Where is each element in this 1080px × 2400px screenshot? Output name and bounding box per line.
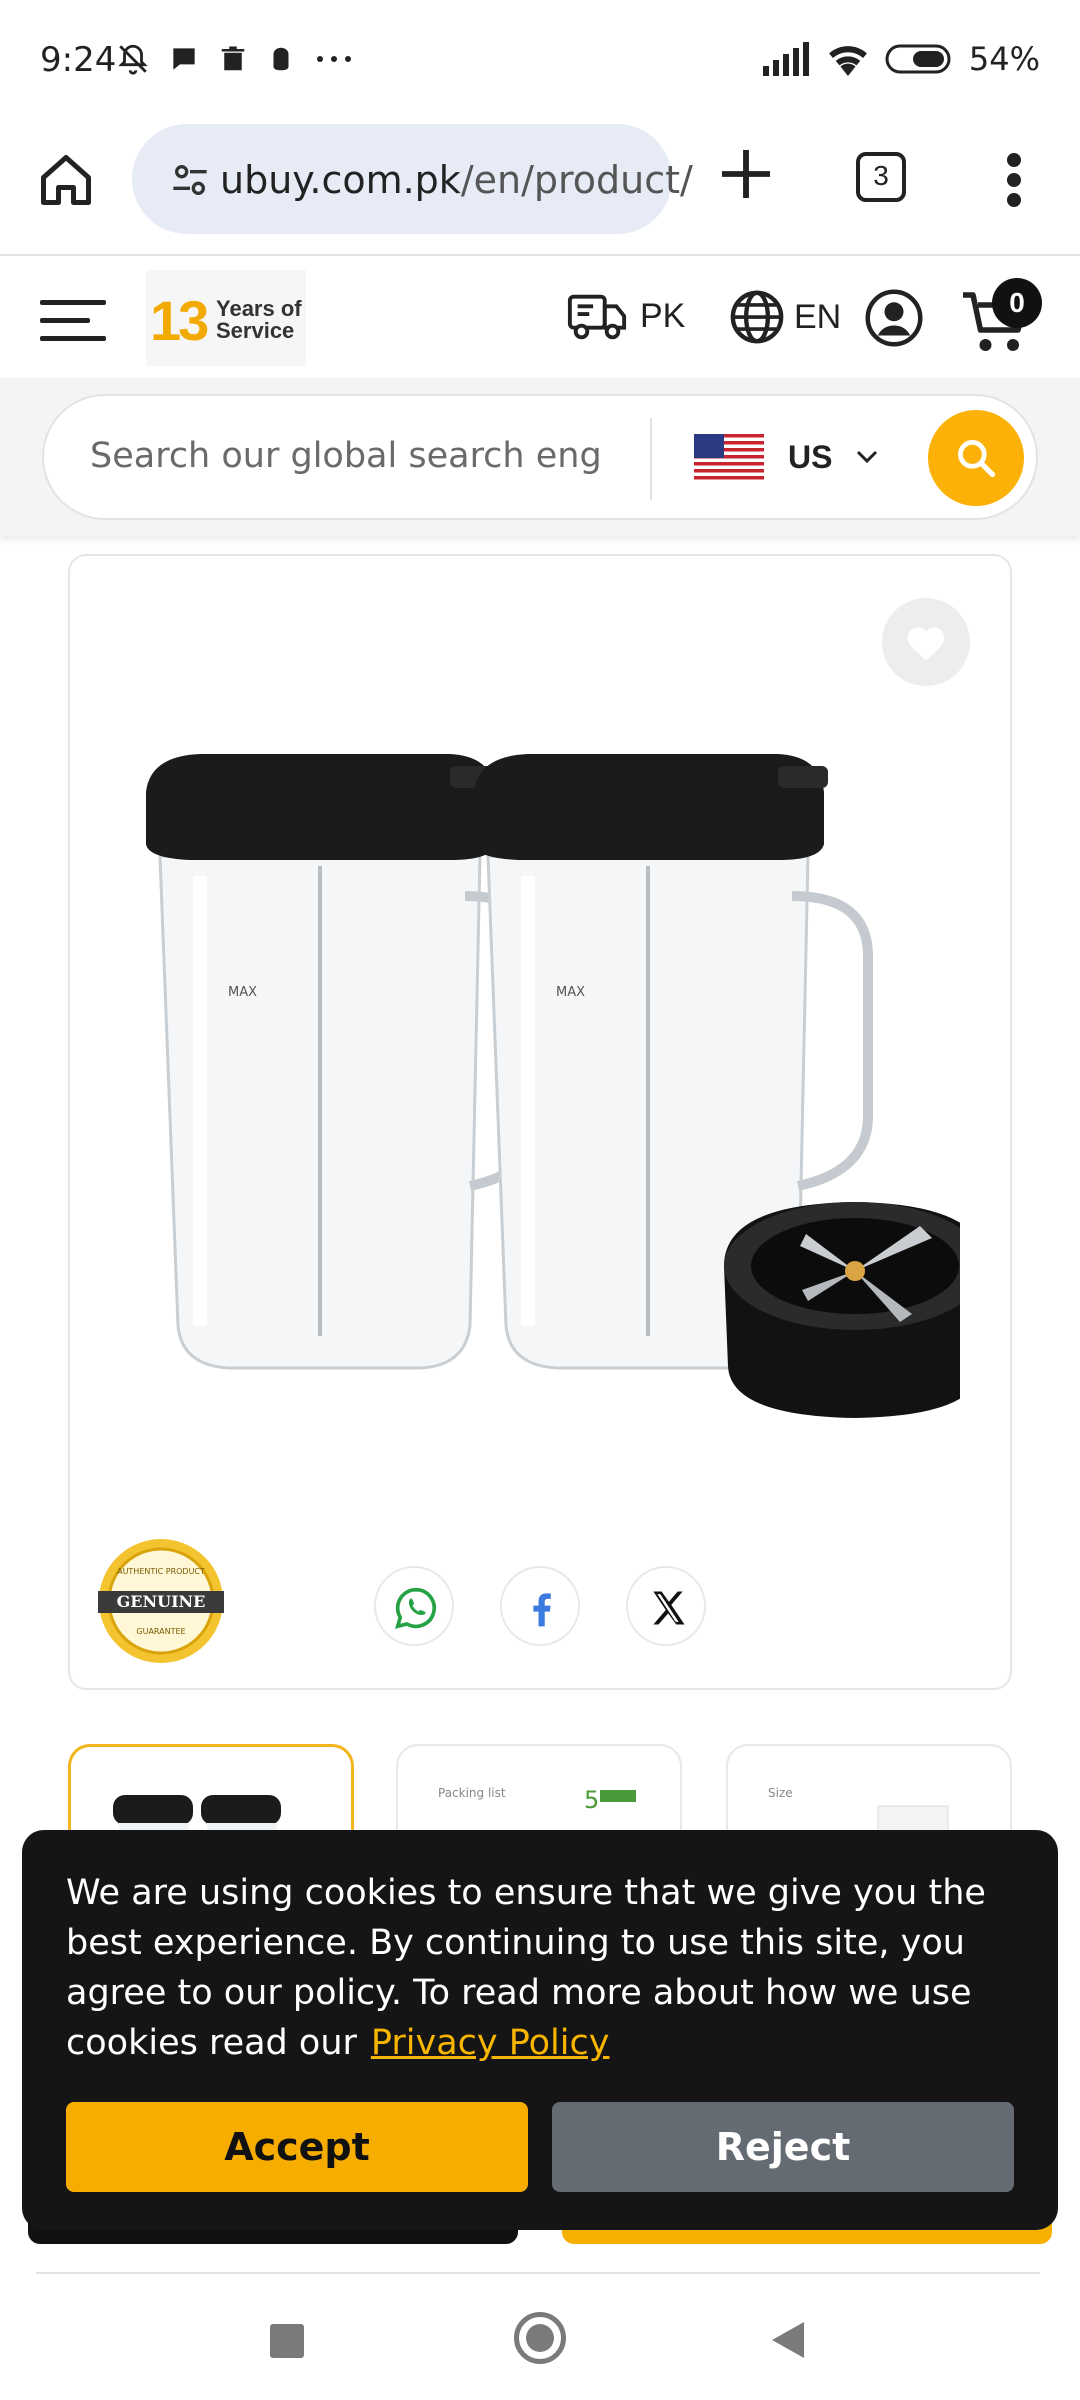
- cart-count-badge: 0: [992, 278, 1042, 328]
- browser-menu-icon[interactable]: [994, 150, 1034, 210]
- badge-top-text: AUTHENTIC PRODUCT: [117, 1567, 205, 1576]
- more-icon: [317, 56, 351, 62]
- share-x-button[interactable]: [626, 1566, 706, 1646]
- site-logo[interactable]: 13 Years of Service: [146, 270, 306, 366]
- globe-icon: [730, 290, 784, 344]
- delivery-truck-icon: [567, 294, 627, 340]
- country-code: US: [788, 438, 833, 475]
- x-twitter-icon: [653, 1591, 685, 1625]
- search-icon: [958, 440, 996, 478]
- product-image[interactable]: MAX MAX: [120, 726, 960, 1426]
- wifi-icon: [828, 46, 867, 76]
- wishlist-button[interactable]: [882, 598, 970, 686]
- address-bar[interactable]: ubuy.com.pk/en/product/: [132, 124, 693, 234]
- system-icons: 54%: [761, 40, 1040, 78]
- language-code: EN: [794, 297, 842, 336]
- trash-icon: [221, 46, 245, 71]
- product-image-card: MAX MAX AUTHENTIC PRODUCT GENUINE GUARAN…: [68, 554, 1012, 1690]
- ship-country: PK: [640, 296, 686, 335]
- thumbnail-caption: Packing list: [438, 1786, 506, 1800]
- status-time: 9:24: [40, 40, 117, 80]
- reject-cookies-button[interactable]: Reject: [552, 2102, 1014, 2192]
- back-icon[interactable]: [770, 2320, 806, 2360]
- logo-number: 13: [150, 289, 209, 352]
- svg-text:MAX: MAX: [556, 985, 585, 1000]
- search-button[interactable]: [928, 410, 1024, 506]
- new-tab-icon[interactable]: [714, 142, 778, 206]
- ship-to-selector[interactable]: PK: [566, 288, 685, 344]
- genuine-guarantee-badge: AUTHENTIC PRODUCT GENUINE GUARANTEE: [98, 1539, 224, 1663]
- svg-text:5: 5: [584, 1786, 599, 1814]
- svg-text:MAX: MAX: [228, 985, 257, 1000]
- chevron-down-icon: [857, 450, 878, 464]
- bell-off-icon: [118, 44, 148, 75]
- home-icon[interactable]: [36, 150, 96, 210]
- system-navigation-bar: [0, 2274, 1080, 2400]
- badge-main-text: GENUINE: [117, 1592, 206, 1611]
- share-facebook-button[interactable]: [500, 1566, 580, 1646]
- logo-line2: Service: [216, 318, 295, 343]
- search-row: US: [0, 378, 1080, 536]
- search-input[interactable]: [90, 436, 670, 476]
- facebook-icon: [533, 1593, 551, 1627]
- battery-icon: [885, 44, 951, 74]
- recents-button[interactable]: [270, 2324, 304, 2358]
- chat-icon: [173, 48, 195, 70]
- url-path: /en/product/: [460, 158, 693, 202]
- user-account-icon[interactable]: [864, 288, 924, 348]
- search-box: US: [42, 394, 1038, 520]
- notification-icons: [116, 42, 354, 76]
- site-header: 13 Years of Service PK EN: [0, 258, 1080, 378]
- search-divider: [650, 418, 652, 500]
- privacy-policy-link[interactable]: Privacy Policy: [371, 2023, 610, 2063]
- home-button[interactable]: [514, 2312, 566, 2364]
- country-selector[interactable]: US: [694, 434, 878, 480]
- accept-cookies-button[interactable]: Accept: [66, 2102, 528, 2192]
- tab-switcher-button[interactable]: 3: [856, 152, 906, 202]
- share-whatsapp-button[interactable]: [374, 1566, 454, 1646]
- hamburger-menu-icon[interactable]: [40, 296, 106, 344]
- badge-bottom-text: GUARANTEE: [136, 1627, 185, 1636]
- battery-percent: 54%: [968, 40, 1040, 78]
- url-host: ubuy.com.pk: [220, 158, 461, 202]
- language-selector[interactable]: EN: [728, 288, 841, 346]
- cookie-message: We are using cookies to ensure that we g…: [66, 1868, 1026, 2068]
- cookie-consent-banner: We are using cookies to ensure that we g…: [22, 1830, 1058, 2230]
- heart-icon: [907, 627, 945, 661]
- blade-base: [724, 1202, 960, 1418]
- logo-text: Years of Service: [216, 298, 302, 342]
- signal-icon: [762, 42, 809, 76]
- status-bar: 9:24 54%: [0, 0, 1080, 120]
- us-flag-icon: [694, 434, 764, 480]
- app-icon: [273, 47, 289, 71]
- logo-line1: Years of: [216, 296, 302, 321]
- url-text[interactable]: ubuy.com.pk/en/product/: [220, 158, 693, 202]
- thumbnail-caption: Size: [768, 1786, 793, 1800]
- whatsapp-icon: [395, 1587, 437, 1629]
- browser-toolbar: ubuy.com.pk/en/product/ 3: [0, 120, 1080, 256]
- site-settings-icon[interactable]: [170, 160, 210, 200]
